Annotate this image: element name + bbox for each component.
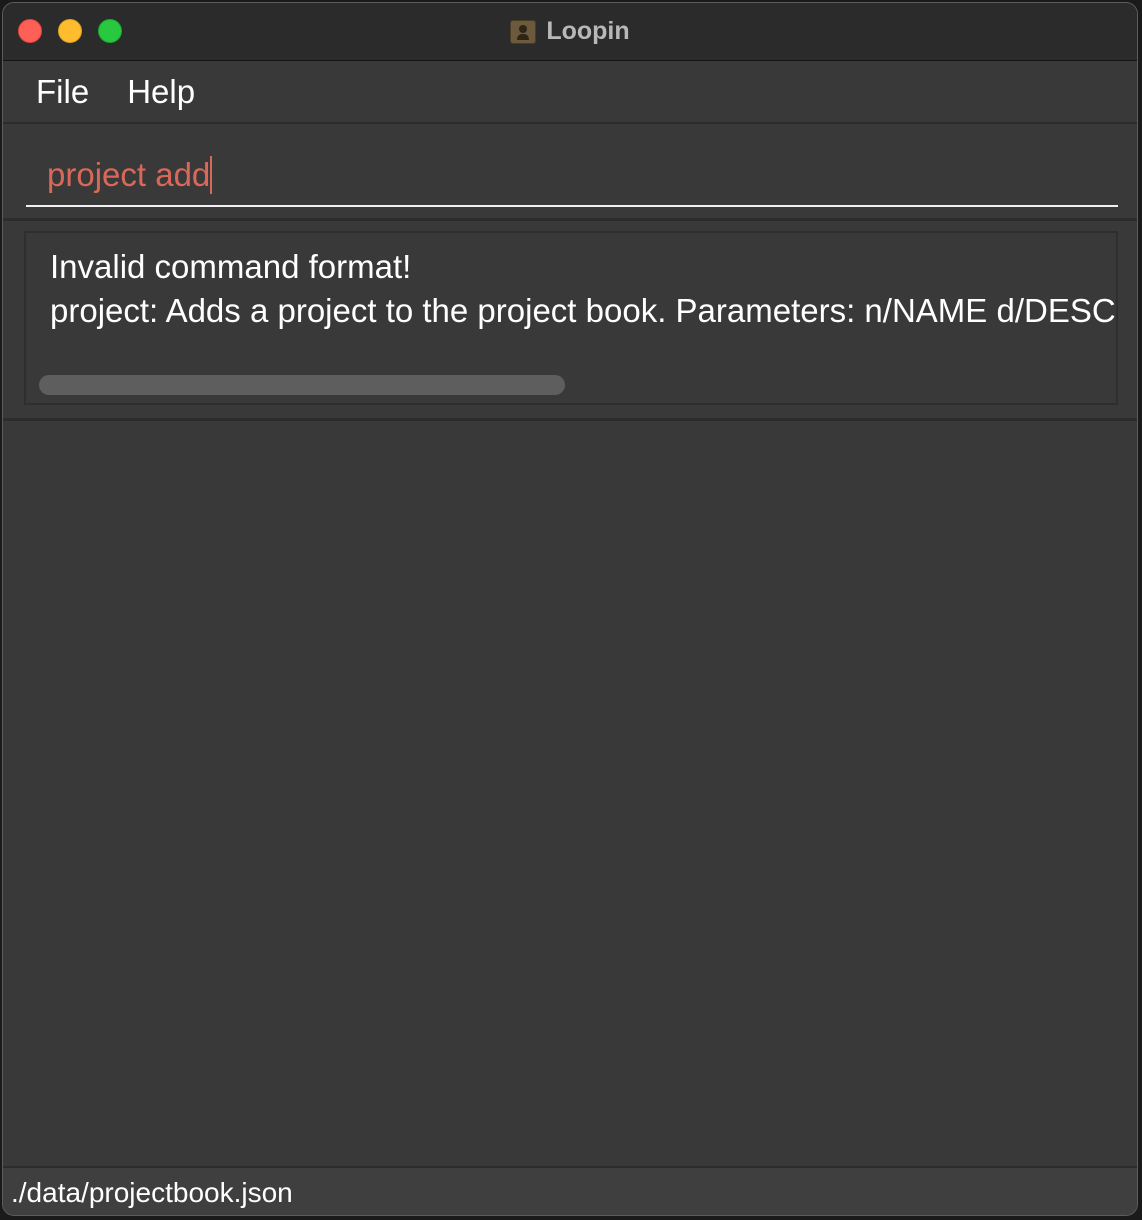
window-title: Loopin bbox=[546, 17, 630, 45]
app-window: Loopin File Help project add Invalid com… bbox=[2, 2, 1138, 1216]
horizontal-scrollbar[interactable] bbox=[36, 375, 1106, 395]
result-display-panel: Invalid command format! project: Adds a … bbox=[3, 221, 1137, 421]
command-text: project add bbox=[47, 155, 211, 193]
menu-file[interactable]: File bbox=[36, 73, 89, 111]
address-book-icon bbox=[510, 19, 537, 44]
text-cursor bbox=[210, 155, 213, 194]
horizontal-scrollbar-thumb[interactable] bbox=[39, 375, 565, 395]
menu-help[interactable]: Help bbox=[127, 73, 195, 111]
title-bar[interactable]: Loopin bbox=[3, 3, 1137, 61]
result-line-error: Invalid command format! bbox=[50, 248, 412, 285]
command-box: project add bbox=[3, 126, 1137, 221]
result-message: Invalid command format! project: Adds a … bbox=[50, 245, 1118, 333]
status-bar: ./data/projectbook.json bbox=[3, 1166, 1137, 1215]
window-title-group: Loopin bbox=[3, 3, 1137, 60]
result-display[interactable]: Invalid command format! project: Adds a … bbox=[24, 231, 1118, 405]
command-input[interactable]: project add bbox=[26, 144, 1118, 207]
result-line-usage: project: Adds a project to the project b… bbox=[50, 292, 1118, 329]
menu-bar: File Help bbox=[3, 61, 1137, 124]
project-list-panel bbox=[3, 421, 1137, 1166]
save-file-path: ./data/projectbook.json bbox=[11, 1176, 293, 1208]
